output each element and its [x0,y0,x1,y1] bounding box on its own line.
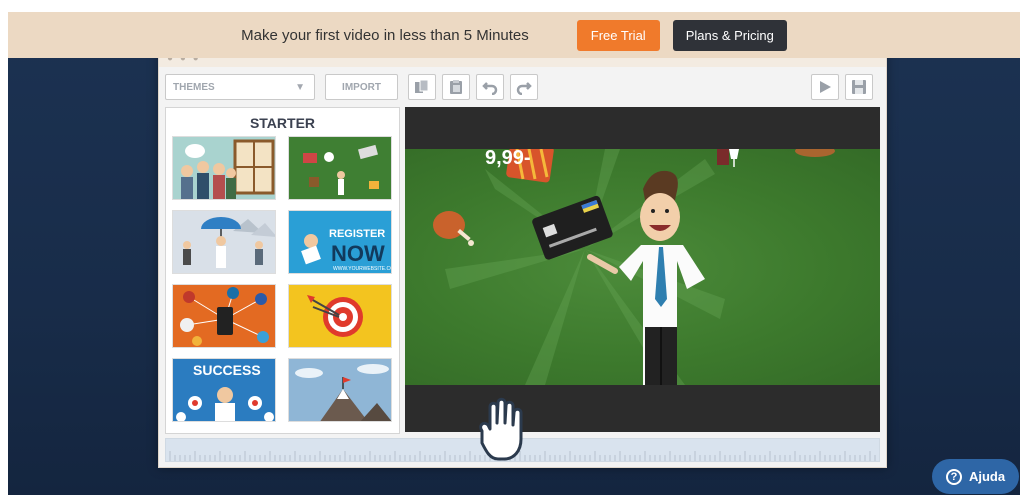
paste-icon [450,80,462,94]
play-icon [820,81,831,93]
save-icon [852,80,866,94]
thumbnail-image [289,285,391,347]
theme-thumbnail[interactable] [172,136,276,200]
thumbnail-image: REGISTER NOW WWW.YOURWEBSITE.COM [289,211,392,273]
thumbnail-image [289,137,391,199]
theme-thumbnail[interactable] [172,210,276,274]
thumbnail-image [289,359,391,421]
play-button[interactable] [811,74,839,100]
scene-artwork [433,149,835,385]
copy-button[interactable] [408,74,436,100]
theme-thumbnail[interactable] [288,136,392,200]
paste-button[interactable] [442,74,470,100]
editor-toolbar: THEMES ▼ IMPORT [165,74,880,102]
video-preview-stage[interactable]: 9,99- [405,107,880,432]
free-trial-button[interactable]: Free Trial [576,19,660,51]
redo-icon [516,82,532,95]
help-label: Ajuda [968,469,1006,484]
chevron-down-icon: ▼ [295,82,305,93]
svg-text:REGISTER: REGISTER [329,228,385,240]
svg-text:WWW.YOURWEBSITE.COM: WWW.YOURWEBSITE.COM [333,266,392,272]
thumbnail-image: SUCCESS [173,359,275,421]
hand-cursor-icon [479,397,523,461]
theme-thumbnail[interactable]: REGISTER NOW WWW.YOURWEBSITE.COM [288,210,392,274]
theme-thumbnail[interactable] [172,284,276,348]
help-button[interactable]: ? Ajuda [932,459,1019,494]
theme-thumbnail[interactable]: SUCCESS [172,358,276,422]
theme-thumbnail[interactable] [288,358,392,422]
undo-button[interactable] [476,74,504,100]
panel-title: STARTER [249,115,316,131]
thumbnail-image [173,137,275,199]
redo-button[interactable] [510,74,538,100]
themes-dropdown[interactable]: THEMES ▼ [165,74,315,100]
price-tag: 9,99- [485,149,531,169]
undo-icon [482,82,498,95]
theme-thumbnail[interactable] [288,284,392,348]
promo-text: Make your first video in less than 5 Min… [241,26,529,44]
thumbnail-image [173,211,275,273]
themes-label: THEMES [173,81,215,93]
promo-bar: Make your first video in less than 5 Min… [8,12,1020,58]
svg-text:NOW: NOW [331,241,385,266]
thumbnail-image [173,285,275,347]
question-icon: ? [945,468,962,485]
scene-canvas: 9,99- [405,149,880,385]
copy-icon [415,79,429,93]
svg-text:SUCCESS: SUCCESS [193,362,261,378]
import-button[interactable]: IMPORT [325,74,398,100]
plans-pricing-button[interactable]: Plans & Pricing [672,19,787,51]
themes-panel: STARTER REGISTER NOW WWW.YOURWEBSITE.COM… [165,107,400,434]
save-button[interactable] [845,74,873,100]
